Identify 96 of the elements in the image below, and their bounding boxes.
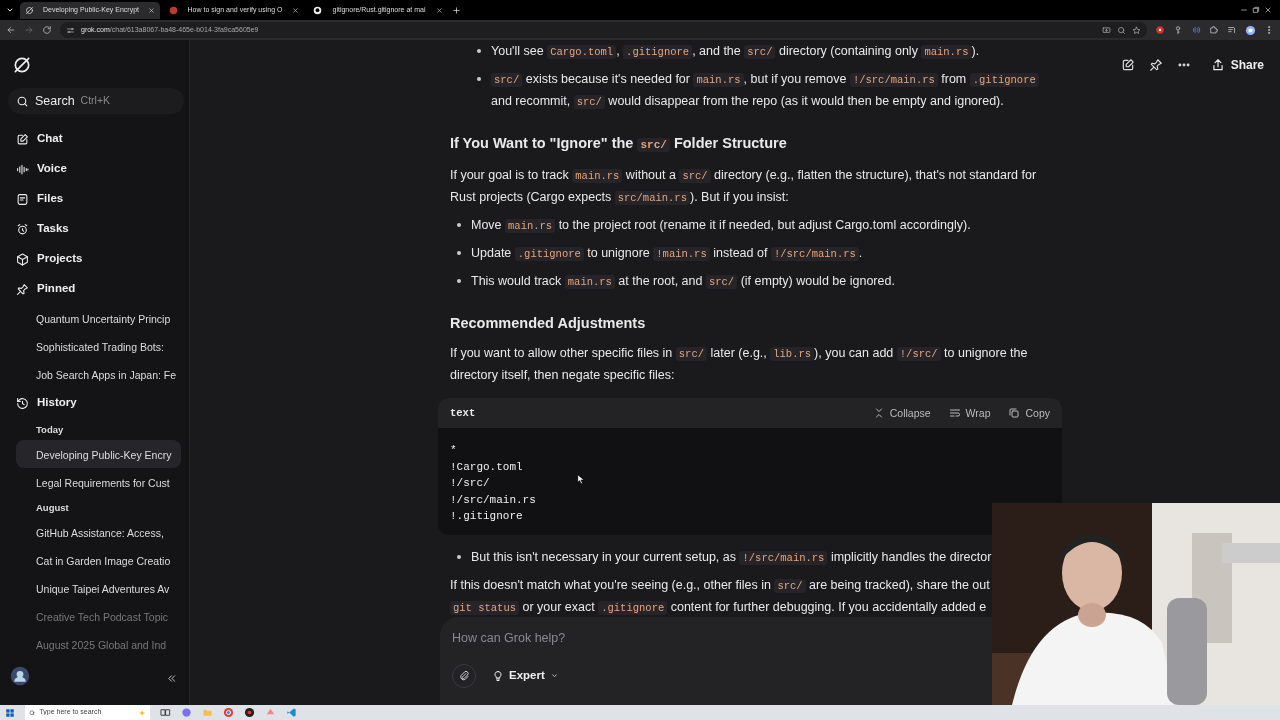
nav-item[interactable]: Pinned (8, 274, 82, 304)
code-line: !/src/main.rs (450, 492, 536, 508)
conversation-link[interactable]: Job Search Apps in Japan: Fe (16, 360, 181, 388)
alarm-clock-icon (16, 222, 29, 236)
conversation-link[interactable]: Legal Requirements for Cust (16, 468, 181, 496)
site-icon (169, 5, 178, 15)
code-line: * (450, 443, 457, 458)
key-icon[interactable] (1173, 25, 1183, 35)
copilot-icon[interactable] (181, 707, 192, 718)
code-language: text (450, 405, 476, 421)
avatar[interactable] (10, 666, 30, 686)
nav-item[interactable]: Chat (8, 124, 69, 154)
sound-icon[interactable] (1191, 25, 1201, 35)
github-icon (313, 5, 322, 15)
lightbulb-icon (492, 669, 504, 682)
paperclip-icon (458, 669, 470, 682)
cube-icon (16, 252, 29, 266)
chrome-icon[interactable] (223, 707, 234, 718)
list-item: You'll see Cargo.toml , .gitignore , and the src/ directory (containing only main.rs ). (491, 43, 981, 61)
reload-icon[interactable] (42, 25, 52, 35)
conversation-link[interactable]: Cat in Garden Image Creatio (16, 546, 181, 574)
section-heading: Recommended Adjustments (450, 314, 647, 333)
close-icon[interactable] (292, 6, 299, 14)
nav-item[interactable]: History (8, 388, 83, 418)
code-line: !.gitignore (450, 509, 523, 524)
search-icon (29, 708, 36, 717)
logo-icon[interactable] (12, 55, 32, 75)
vscode-icon[interactable] (286, 707, 297, 718)
share-button[interactable]: Share (1204, 55, 1270, 75)
list-item: This would track main.rs at the root, and src/ (if empty) would be ignored. (471, 273, 896, 291)
waveform-icon (16, 162, 29, 176)
list-item: Update .gitignore to unignore !main.rs instead of !/src/main.rs . (471, 245, 864, 263)
group-label: Today (36, 423, 65, 437)
section-heading: If You Want to "Ignore" the src/ Folder Structure (450, 134, 788, 154)
copy-button[interactable]: Copy (1008, 402, 1050, 424)
conversation-link[interactable]: Unique Taipei Adventures Av (16, 574, 181, 602)
search-icon (16, 94, 29, 108)
conversation-link[interactable]: Developing Public-Key Encry (16, 440, 181, 468)
bullet-icon (457, 223, 461, 227)
media-icon[interactable] (1227, 25, 1237, 35)
nav-item[interactable]: Projects (8, 244, 89, 274)
conversation-link[interactable]: GitHub Assistance: Access, (16, 518, 181, 546)
bullet-icon (477, 49, 481, 53)
nav-item[interactable]: Voice (8, 154, 73, 184)
search-field[interactable]: Search Ctrl+K (8, 88, 184, 114)
restore-icon[interactable] (1252, 6, 1260, 14)
code-line: !/src/ (450, 476, 490, 491)
bullet-icon (457, 554, 461, 559)
edit-icon (16, 132, 29, 146)
nav-item[interactable]: Files (8, 184, 70, 214)
conversation-link[interactable]: Sophisticated Trading Bots: (16, 332, 181, 360)
conversation-link[interactable]: Quantum Uncertainty Princip (16, 304, 181, 332)
close-icon[interactable] (148, 6, 155, 14)
list-item: Move main.rs to the project root (rename it if needed, but adjust Cargo.toml accordingly). (471, 217, 972, 235)
conversation-link[interactable]: Creative Tech Podcast Topic (16, 602, 181, 630)
windows-icon[interactable] (5, 707, 15, 718)
bullet-icon (457, 251, 461, 255)
new-tab-icon[interactable] (452, 5, 461, 15)
logo-icon (25, 5, 34, 15)
profile-icon[interactable] (1245, 24, 1256, 36)
message-input[interactable]: How can Grok help? (452, 629, 972, 648)
bookmark-star-icon[interactable] (1132, 25, 1141, 35)
collapse-sidebar-icon[interactable] (166, 673, 177, 684)
nav-item[interactable]: Tasks (8, 214, 75, 244)
copy-icon (1008, 407, 1021, 419)
history-icon (16, 396, 29, 410)
code-line: !Cargo.toml (450, 459, 523, 475)
task-view-icon[interactable] (160, 707, 171, 718)
pin-icon (16, 282, 29, 296)
share-icon (1210, 58, 1225, 72)
zoom-icon[interactable] (1117, 25, 1126, 35)
paragraph: If you want to allow other specific files in src/ later (e.g., lib.rs ), you can add !/src/ to unignore the directory itself, then negate specific files: (450, 345, 1029, 384)
close-icon[interactable] (436, 6, 443, 14)
bullet-icon (457, 279, 461, 283)
bullet-icon (477, 77, 481, 81)
edit-icon (1120, 58, 1135, 72)
back-icon[interactable] (6, 25, 16, 35)
collapse-button[interactable]: Collapse (872, 402, 931, 424)
puzzle-icon[interactable] (1209, 25, 1219, 35)
extension-icon[interactable] (1155, 25, 1165, 35)
site-info-icon[interactable] (66, 25, 75, 35)
document-icon (16, 192, 29, 206)
install-icon[interactable] (1102, 25, 1111, 35)
new-chat-button[interactable] (1120, 58, 1135, 72)
list-item: src/ exists because it's needed for main.rs , but if you remove !/src/main.rs from .gitignore and recommit, src/ would disappear from the repo (as it would then be empty and ignored). (491, 69, 1050, 113)
mode-selector[interactable]: Expert (486, 666, 565, 686)
wrap-icon (948, 407, 961, 419)
group-label: August (36, 501, 70, 515)
cursor-icon (576, 474, 587, 485)
pin-button[interactable] (1148, 58, 1163, 72)
paragraph: If your goal is to track main.rs without a src/ directory (e.g., flatten the structure), that's not standard for Rust projects (Cargo expects src/main.rs ). But if you insist: (450, 167, 1038, 207)
conversation-link[interactable]: August 2025 Global and Ind (16, 630, 181, 658)
close-icon[interactable] (1264, 6, 1272, 14)
pin-icon (1148, 58, 1163, 72)
wrap-button[interactable]: Wrap (948, 402, 991, 424)
app-icon[interactable] (244, 707, 255, 718)
